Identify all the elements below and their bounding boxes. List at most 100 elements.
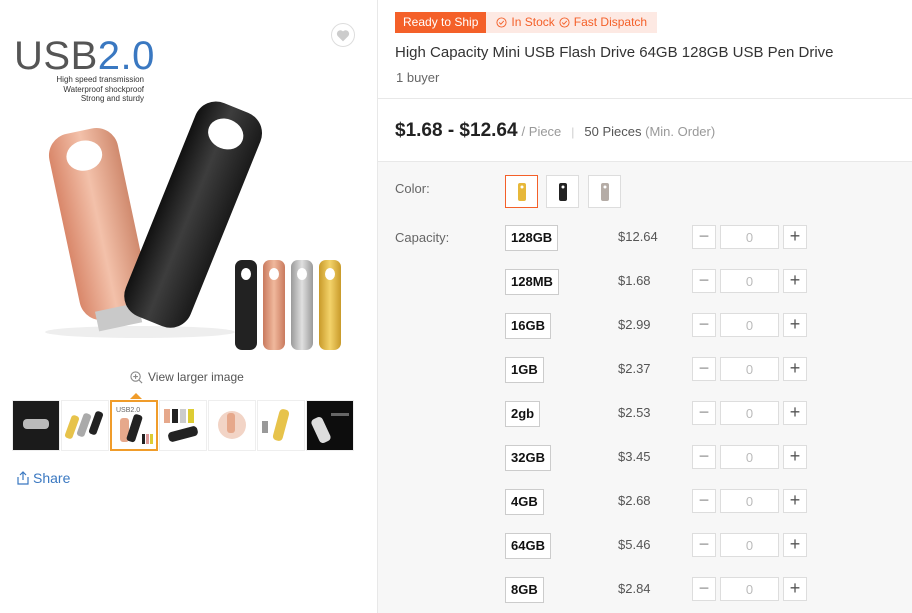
capacity-row: 1GB $2.37 − +	[378, 357, 912, 401]
price-row: $1.68 - $12.64 / Piece | 50 Pieces (Min.…	[395, 120, 715, 142]
share-label: Share	[33, 470, 71, 486]
tagline-line: Waterproof shockproof	[63, 84, 144, 94]
heart-icon	[336, 29, 350, 41]
thumbnail[interactable]	[306, 400, 354, 451]
increase-button[interactable]: +	[783, 489, 807, 513]
capacity-option[interactable]: 64GB	[505, 533, 551, 559]
capacity-price: $2.99	[618, 317, 651, 332]
quantity-input[interactable]	[720, 577, 779, 601]
quantity-stepper: − +	[692, 313, 807, 337]
view-larger-label: View larger image	[148, 370, 244, 384]
min-order-qty: 50 Pieces	[584, 124, 642, 139]
capacity-option[interactable]: 2gb	[505, 401, 541, 427]
capacity-option[interactable]: 128MB	[505, 269, 559, 295]
capacity-price: $12.64	[618, 229, 658, 244]
quantity-input[interactable]	[720, 533, 779, 557]
increase-button[interactable]: +	[783, 225, 807, 249]
decrease-button[interactable]: −	[692, 313, 716, 337]
decrease-button[interactable]: −	[692, 357, 716, 381]
tagline-line: Strong and sturdy	[80, 94, 144, 103]
badge-group: Ready to Ship In Stock Fast Dispatch	[395, 12, 658, 33]
thumbnail-selected[interactable]: USB2.0	[110, 400, 158, 451]
quantity-stepper: − +	[692, 401, 807, 425]
color-option-black[interactable]	[546, 175, 579, 208]
capacity-option[interactable]: 8GB	[505, 577, 544, 603]
quantity-input[interactable]	[720, 357, 779, 381]
fast-dispatch-label: Fast Dispatch	[573, 15, 648, 29]
thumbnail[interactable]	[257, 400, 305, 451]
increase-button[interactable]: +	[783, 445, 807, 469]
capacity-price: $1.68	[618, 273, 651, 288]
share-link[interactable]: Share	[15, 470, 70, 486]
increase-button[interactable]: +	[783, 269, 807, 293]
color-label: Color:	[395, 181, 430, 196]
increase-button[interactable]: +	[783, 313, 807, 337]
capacity-row: 64GB $5.46 − +	[378, 533, 912, 577]
svg-text:USB2.0: USB2.0	[116, 407, 140, 414]
price-range: $1.68 - $12.64	[395, 120, 518, 141]
quantity-input[interactable]	[720, 401, 779, 425]
increase-button[interactable]: +	[783, 401, 807, 425]
decrease-button[interactable]: −	[692, 401, 716, 425]
thumbnail[interactable]	[208, 400, 256, 451]
min-order-note: (Min. Order)	[645, 124, 716, 139]
stock-dispatch-badge: In Stock Fast Dispatch	[486, 12, 658, 33]
capacity-price: $3.45	[618, 449, 651, 464]
product-title[interactable]: High Capacity Mini USB Flash Drive 64GB …	[395, 44, 834, 61]
color-option-gold[interactable]	[505, 175, 538, 208]
image-tagline: High speed transmission Waterproof shock…	[14, 75, 144, 104]
quantity-input[interactable]	[720, 313, 779, 337]
thumbnail-selector-caret	[130, 393, 142, 399]
capacity-option[interactable]: 16GB	[505, 313, 551, 339]
decrease-button[interactable]: −	[692, 577, 716, 601]
separator: |	[571, 125, 575, 139]
decrease-button[interactable]: −	[692, 269, 716, 293]
increase-button[interactable]: +	[783, 577, 807, 601]
capacity-option[interactable]: 32GB	[505, 445, 551, 471]
decrease-button[interactable]: −	[692, 225, 716, 249]
increase-button[interactable]: +	[783, 357, 807, 381]
in-stock-label: In Stock	[511, 15, 555, 29]
thumbnail[interactable]	[159, 400, 207, 451]
image-headline-prefix: USB	[14, 34, 98, 78]
decrease-button[interactable]: −	[692, 489, 716, 513]
quantity-input[interactable]	[720, 269, 779, 293]
gold-drive-icon	[517, 182, 526, 201]
capacity-row: 8GB $2.84 − +	[378, 577, 912, 613]
capacity-price: $2.53	[618, 405, 651, 420]
quantity-input[interactable]	[720, 445, 779, 469]
quantity-input[interactable]	[720, 225, 779, 249]
quantity-input[interactable]	[720, 489, 779, 513]
capacity-row: 16GB $2.99 − +	[378, 313, 912, 357]
product-details: Ready to Ship In Stock Fast Dispatch Hig…	[378, 0, 912, 613]
image-headline: USB2.0	[14, 34, 155, 79]
capacity-option[interactable]: 1GB	[505, 357, 544, 383]
capacity-option[interactable]: 128GB	[505, 225, 559, 251]
decrease-button[interactable]: −	[692, 533, 716, 557]
quantity-stepper: − +	[692, 445, 807, 469]
capacity-row: 2gb $2.53 − +	[378, 401, 912, 445]
capacity-option[interactable]: 4GB	[505, 489, 544, 515]
color-option-silver[interactable]	[588, 175, 621, 208]
ready-to-ship-badge: Ready to Ship	[395, 12, 487, 33]
favorite-button[interactable]	[331, 23, 355, 47]
thumbnail-strip: USB2.0	[12, 400, 354, 451]
divider	[378, 98, 912, 99]
silver-drive-icon	[600, 182, 609, 201]
quantity-stepper: − +	[692, 489, 807, 513]
view-larger-link[interactable]: View larger image	[130, 370, 244, 384]
increase-button[interactable]: +	[783, 533, 807, 557]
check-circle-icon	[496, 17, 507, 28]
capacity-price: $2.84	[618, 581, 651, 596]
options-panel: Color: Capacity: 128GB $12.64 − + 128MB …	[378, 162, 912, 613]
share-icon	[17, 471, 29, 485]
buyer-count: 1 buyer	[396, 70, 440, 85]
image-headline-version: 2.0	[97, 34, 155, 78]
thumbnail[interactable]	[61, 400, 109, 451]
thumbnail[interactable]	[12, 400, 60, 451]
price-unit: / Piece	[521, 124, 562, 139]
capacity-row: 128MB $1.68 − +	[378, 269, 912, 313]
quantity-stepper: − +	[692, 357, 807, 381]
quantity-stepper: − +	[692, 269, 807, 293]
decrease-button[interactable]: −	[692, 445, 716, 469]
